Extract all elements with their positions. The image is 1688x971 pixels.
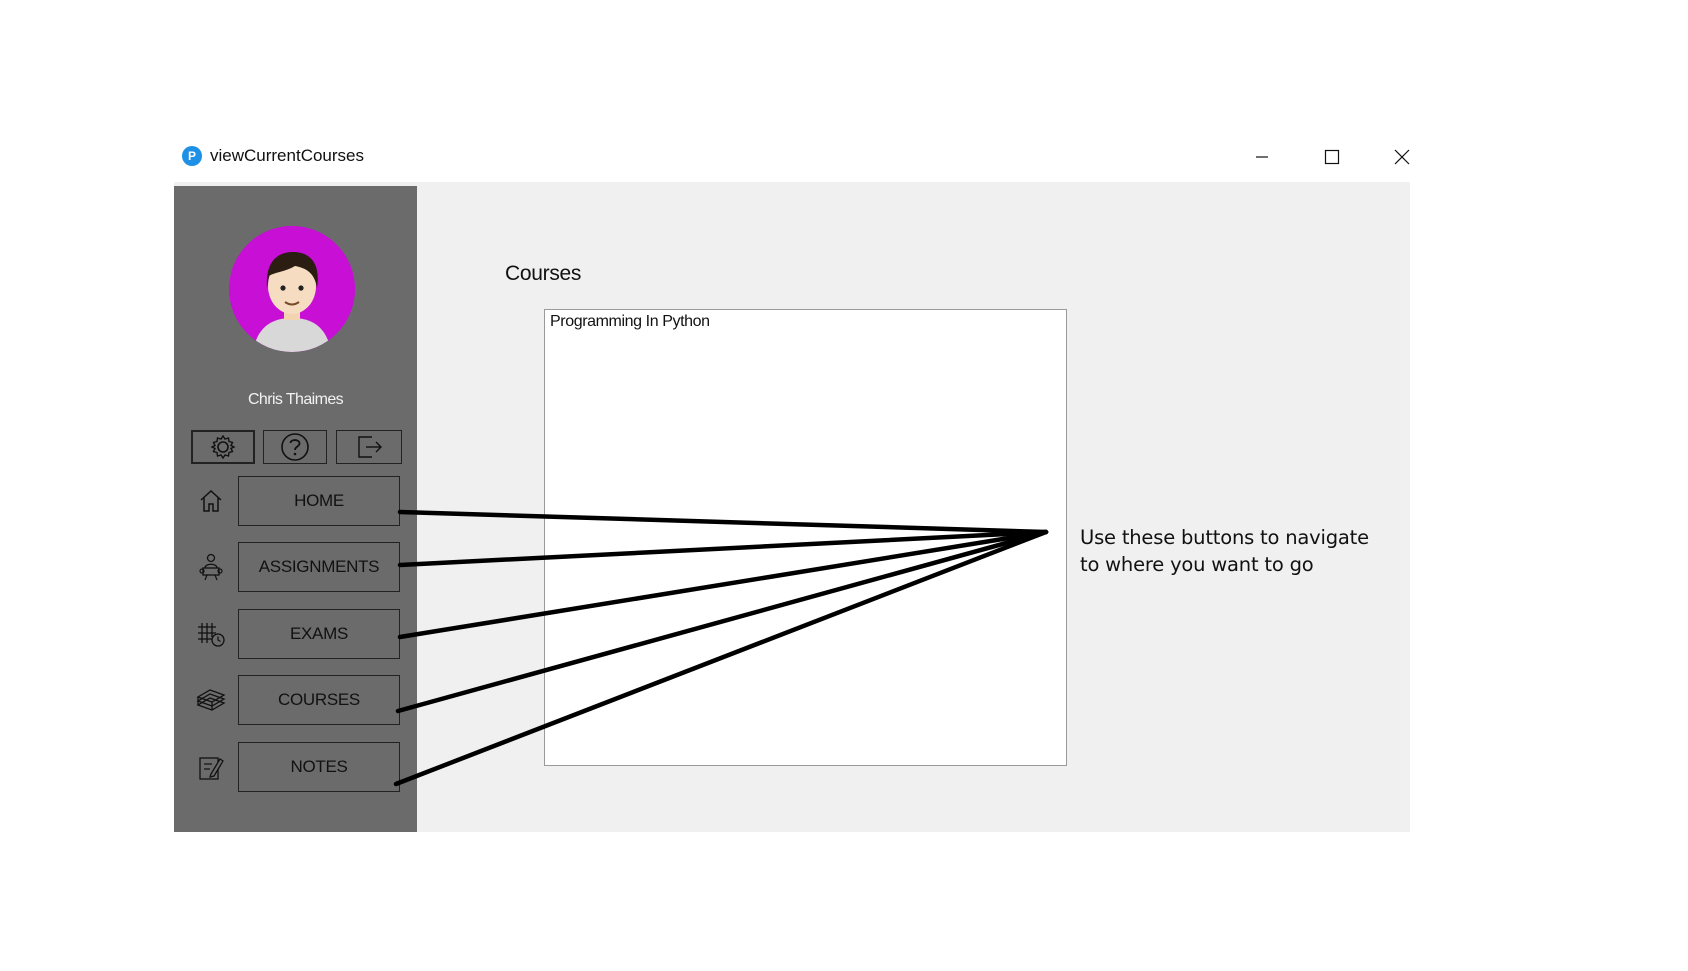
app-icon: P: [182, 146, 202, 166]
list-item[interactable]: Programming In Python: [545, 310, 1066, 334]
home-icon: [196, 486, 226, 516]
minimize-button[interactable]: [1232, 140, 1292, 174]
nav-exams-button[interactable]: EXAMS: [238, 609, 400, 659]
notes-icon: [196, 753, 226, 783]
window-title: viewCurrentCourses: [210, 146, 364, 165]
settings-button[interactable]: [191, 430, 255, 464]
logout-icon: [358, 436, 382, 458]
annotation-text: Use these buttons to navigate to where y…: [1080, 524, 1380, 578]
user-name: Chris Thaimes: [247, 391, 344, 408]
sidebar: Chris Thaimes HOME ASSIGNMENTS EXAMS COU…: [174, 186, 417, 832]
close-icon: [1394, 149, 1410, 165]
logout-button[interactable]: [336, 430, 402, 464]
user-avatar-icon: [229, 226, 355, 352]
nav-assignments-button[interactable]: ASSIGNMENTS: [238, 542, 400, 592]
help-icon: [281, 433, 309, 461]
nav-notes-button[interactable]: NOTES: [238, 742, 400, 792]
maximize-icon: [1324, 149, 1340, 165]
courses-listbox[interactable]: Programming In Python: [544, 309, 1067, 766]
nav-courses-button[interactable]: COURSES: [238, 675, 400, 725]
annotation-line-2: to where you want to go: [1080, 553, 1314, 576]
gear-icon: [210, 434, 236, 460]
courses-icon: [196, 685, 226, 715]
courses-heading: Courses: [505, 262, 582, 285]
title-bar: P viewCurrentCourses: [174, 140, 1410, 180]
help-button[interactable]: [263, 430, 327, 464]
minimize-icon: [1256, 156, 1268, 158]
client-area: Chris Thaimes HOME ASSIGNMENTS EXAMS COU…: [174, 182, 1410, 832]
annotation-line-1: Use these buttons to navigate: [1080, 526, 1369, 549]
maximize-button[interactable]: [1302, 140, 1362, 174]
assignments-icon: [196, 552, 226, 582]
avatar: [229, 226, 355, 352]
nav-home-button[interactable]: HOME: [238, 476, 400, 526]
close-button[interactable]: [1372, 140, 1432, 174]
exams-icon: [196, 619, 226, 649]
